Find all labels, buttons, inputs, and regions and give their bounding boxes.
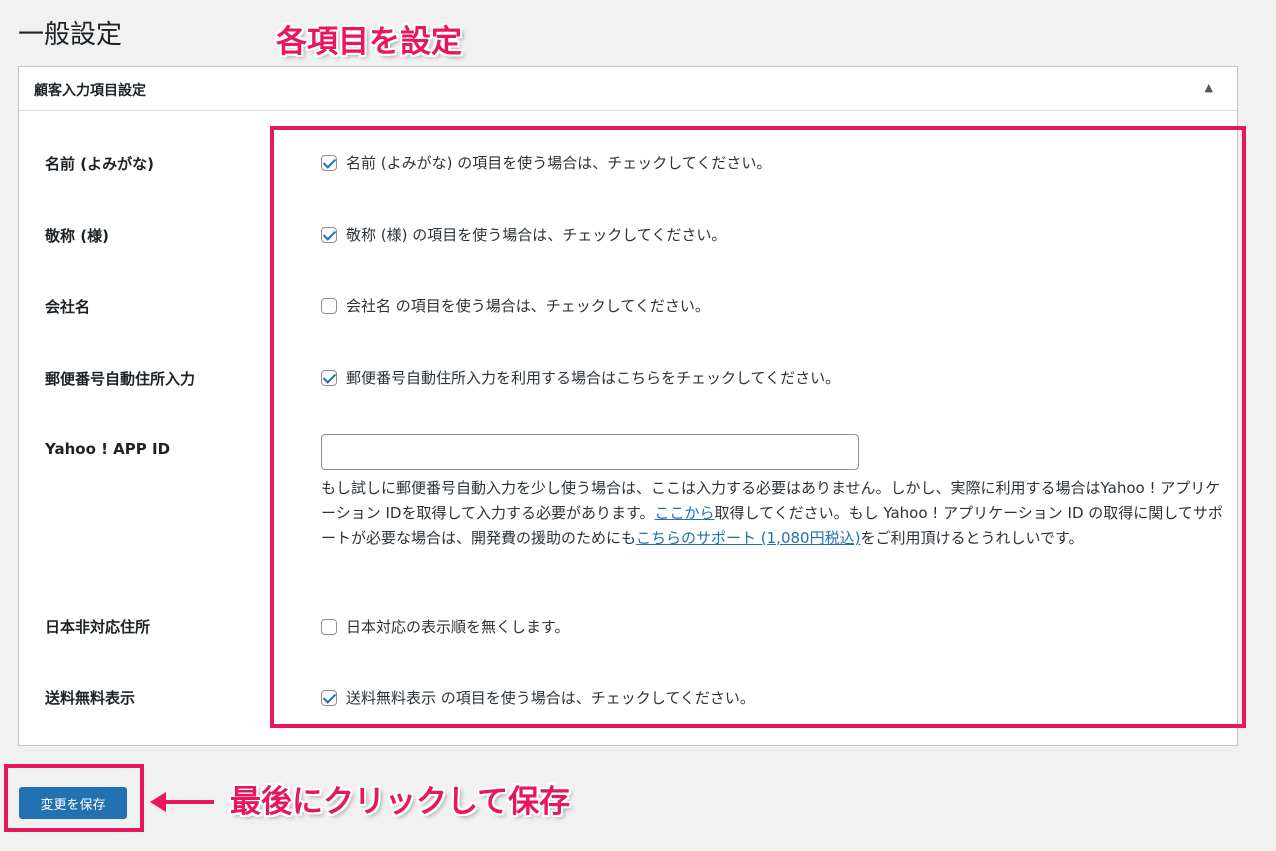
link-get-app-id[interactable]: ここから [655, 504, 715, 522]
option-name-kana-text: 名前 (よみがな) の項目を使う場合は、チェックしてください。 [346, 154, 772, 172]
page-title: 一般設定 [18, 20, 123, 50]
option-free-shipping[interactable]: 送料無料表示 の項目を使う場合は、チェックしてください。 [321, 687, 755, 708]
option-non-japan-address[interactable]: 日本対応の表示順を無くします。 [321, 616, 570, 637]
option-honorific[interactable]: 敬称 (様) の項目を使う場合は、チェックしてください。 [321, 224, 726, 245]
link-support[interactable]: こちらのサポート (1,080円税込) [636, 529, 860, 547]
save-changes-button[interactable]: 変更を保存 [19, 787, 127, 819]
left-arrow-icon [150, 792, 214, 812]
option-name-kana[interactable]: 名前 (よみがな) の項目を使う場合は、チェックしてください。 [321, 152, 771, 173]
label-yahoo-app-id: Yahoo ! APP ID [45, 440, 171, 458]
checkbox-name-kana[interactable] [321, 154, 337, 171]
checkbox-free-shipping[interactable] [321, 689, 337, 706]
option-postal-autofill[interactable]: 郵便番号自動住所入力を利用する場合はこちらをチェックしてください。 [321, 367, 840, 388]
annotation-set-items: 各項目を設定 [276, 24, 462, 60]
collapse-toggle-icon[interactable]: ▲ [1205, 81, 1213, 94]
option-free-shipping-text: 送料無料表示 の項目を使う場合は、チェックしてください。 [346, 689, 755, 707]
option-honorific-text: 敬称 (様) の項目を使う場合は、チェックしてください。 [346, 226, 727, 244]
panel-header[interactable]: 顧客入力項目設定 ▲ [19, 67, 1237, 111]
option-company-name[interactable]: 会社名 の項目を使う場合は、チェックしてください。 [321, 295, 710, 316]
option-non-japan-address-text: 日本対応の表示順を無くします。 [346, 618, 570, 636]
checkbox-non-japan-address[interactable] [321, 618, 337, 635]
label-name-kana: 名前 (よみがな) [45, 155, 154, 173]
panel-title: 顧客入力項目設定 [34, 83, 146, 99]
desc-text-3: をご利用頂けるとうれしいです。 [860, 529, 1084, 547]
label-free-shipping: 送料無料表示 [45, 689, 136, 707]
customer-fields-panel: 顧客入力項目設定 ▲ 名前 (よみがな) 名前 (よみがな) の項目を使う場合は… [18, 66, 1238, 746]
label-non-japan-address: 日本非対応住所 [45, 618, 151, 636]
yahoo-app-id-input[interactable] [321, 434, 859, 470]
checkbox-honorific[interactable] [321, 226, 337, 243]
annotation-click-save: 最後にクリックして保存 [230, 784, 571, 820]
option-postal-autofill-text: 郵便番号自動住所入力を利用する場合はこちらをチェックしてください。 [346, 369, 841, 387]
checkbox-postal-autofill[interactable] [321, 369, 337, 386]
label-postal-autofill: 郵便番号自動住所入力 [45, 370, 196, 388]
label-company-name: 会社名 [45, 298, 91, 316]
yahoo-app-id-description: もし試しに郵便番号自動入力を少し使う場合は、ここは入力する必要はありません。しか… [321, 476, 1233, 551]
label-honorific: 敬称 (様) [45, 227, 109, 245]
checkbox-company-name[interactable] [321, 297, 337, 314]
option-company-name-text: 会社名 の項目を使う場合は、チェックしてください。 [346, 297, 710, 315]
